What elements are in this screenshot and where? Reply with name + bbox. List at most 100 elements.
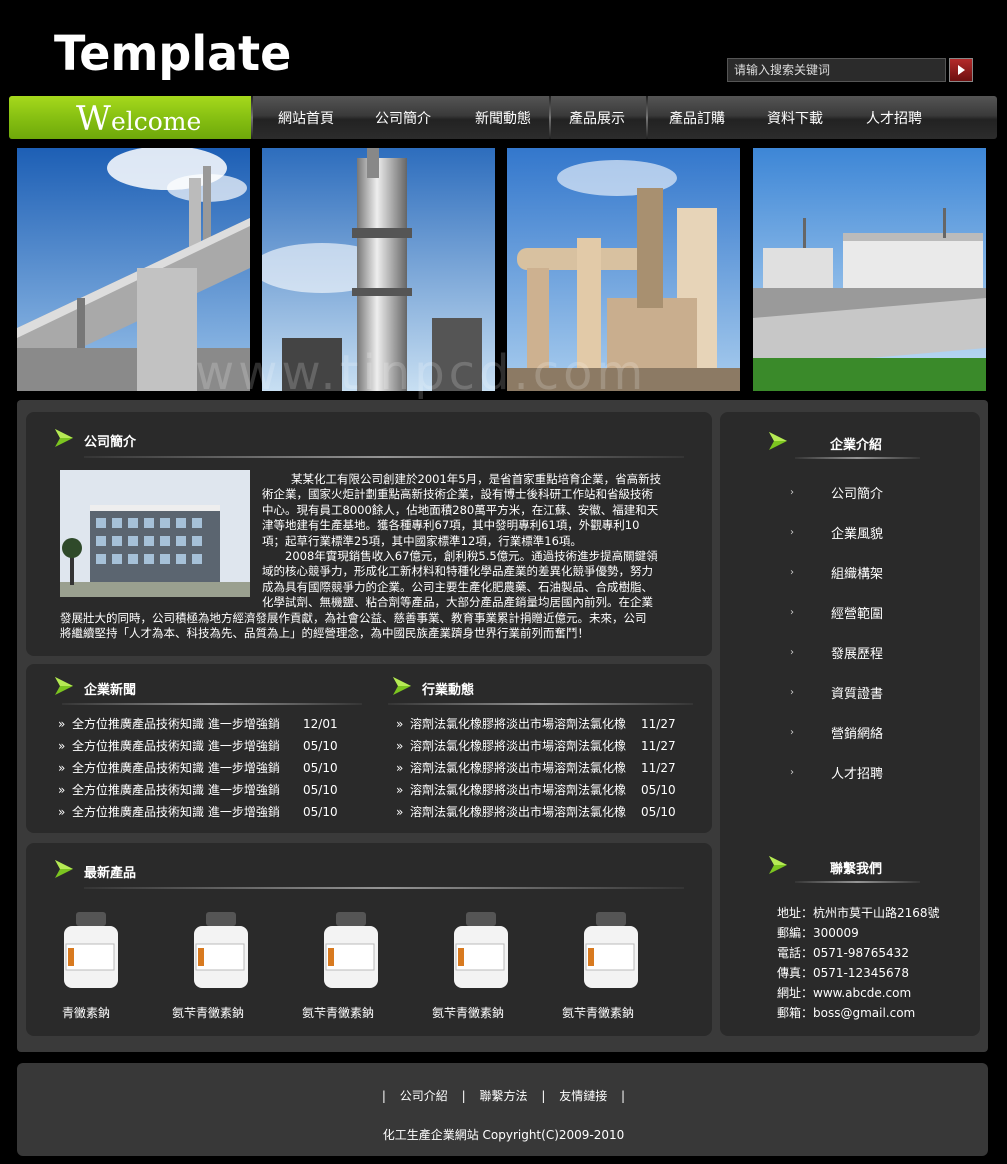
bullet-icon: › — [790, 727, 794, 738]
industry-news-item[interactable]: » 溶劑法氯化橡膠將淡出市場溶劑法氯化橡 — [396, 757, 626, 779]
search-button[interactable] — [949, 58, 973, 82]
nav-item-about[interactable]: 公司簡介 — [361, 96, 445, 139]
title-underline — [795, 457, 920, 459]
nav-item-jobs[interactable]: 人才招聘 — [852, 96, 936, 139]
contact-fax: 傳真：0571-12345678 — [777, 966, 909, 980]
bullet-icon: › — [790, 567, 794, 578]
intro-line: 2008年實現銷售收入67億元，創利稅5.5億元。通過技術進步提高關鍵領 — [285, 549, 658, 564]
nav-item-order[interactable]: 產品訂購 — [655, 96, 739, 139]
intro-title: 公司簡介 — [84, 435, 137, 450]
site-logo[interactable]: Template — [54, 25, 291, 82]
contact-title: 聯繫我們 — [830, 862, 883, 877]
news-date: 11/27 — [641, 739, 676, 753]
nav-item-download[interactable]: 資料下載 — [753, 96, 837, 139]
intro-line: 津等地建有生產基地。獲各種專利67項，其中發明專利61項，外觀專利10 — [262, 518, 640, 533]
nav-divider — [251, 96, 253, 139]
news-item-text[interactable]: 溶劑法氯化橡膠將淡出市場溶劑法氯化橡 — [410, 783, 626, 797]
product-bottle-image[interactable] — [578, 910, 648, 990]
intro-line: 成為具有國際競爭力的企業。公司主要生產化肥農藥、石油製品、合成樹脂、 — [262, 579, 653, 594]
news-item-text[interactable]: 全方位推廣產品技術知識 進一步增強銷 — [72, 761, 280, 775]
nav-divider — [549, 96, 551, 139]
industry-news-title: 行業動態 — [422, 683, 475, 698]
intro-line: 將繼續堅持「人才為本、科技為先、品質為上」的經營理念，為中國民族產業躋身世界行業… — [60, 626, 589, 641]
footer-links: | 公司介紹 | 聯繫方法 | 友情鏈接 | — [0, 1087, 1007, 1104]
product-label[interactable]: 氨芐青黴素鈉 — [432, 1004, 504, 1021]
sidebar-item-scope[interactable]: 經營範圍 — [831, 605, 883, 625]
green-arrow-icon — [769, 432, 787, 450]
footer-link-about[interactable]: 公司介紹 — [400, 1089, 448, 1103]
news-item-text[interactable]: 溶劑法氯化橡膠將淡出市場溶劑法氯化橡 — [410, 805, 626, 819]
news-item-text[interactable]: 溶劑法氯化橡膠將淡出市場溶劑法氯化橡 — [410, 761, 626, 775]
intro-line: 項；起草行業標準25項，其中國家標準12項，行業標準16項。 — [262, 533, 582, 548]
news-date: 05/10 — [641, 783, 676, 797]
industry-news-item[interactable]: » 溶劑法氯化橡膠將淡出市場溶劑法氯化橡 — [396, 779, 626, 801]
nav-item-news[interactable]: 新聞動態 — [461, 96, 545, 139]
intro-line: 某某化工有限公司創建於2001年5月，是省首家重點培育企業，省高新技 — [291, 472, 662, 486]
intro-line: 術企業，國家火炬計劃重點高新技術企業，設有博士後科研工作站和省級技術 — [262, 487, 653, 502]
company-news-item[interactable]: » 全方位推廣產品技術知識 進一步增強銷 — [58, 757, 280, 779]
welcome-banner: Welcome — [9, 96, 251, 139]
industry-news-item[interactable]: » 溶劑法氯化橡膠將淡出市場溶劑法氯化橡 — [396, 801, 626, 823]
contact-website: 網址：www.abcde.com — [777, 986, 912, 1000]
news-date: 05/10 — [303, 761, 338, 775]
news-item-text[interactable]: 全方位推廣產品技術知識 進一步增強銷 — [72, 717, 280, 731]
news-item-text[interactable]: 全方位推廣產品技術知識 進一步增強銷 — [72, 739, 280, 753]
bullet-icon: › — [790, 487, 794, 498]
green-arrow-icon — [55, 677, 73, 695]
footer-separator: | — [621, 1089, 626, 1103]
bullet-icon: › — [790, 647, 794, 658]
company-news-item[interactable]: » 全方位推廣產品技術知識 進一步增強銷 — [58, 713, 280, 735]
sidebar-item-style[interactable]: 企業風貌 — [831, 525, 883, 545]
news-item-text[interactable]: 全方位推廣產品技術知識 進一步增強銷 — [72, 783, 280, 797]
bullet-icon: › — [790, 687, 794, 698]
industry-news-item[interactable]: » 溶劑法氯化橡膠將淡出市場溶劑法氯化橡 — [396, 713, 626, 735]
company-news-item[interactable]: » 全方位推廣產品技術知識 進一步增強銷 — [58, 735, 280, 757]
company-news-item[interactable]: » 全方位推廣產品技術知識 進一步增強銷 — [58, 779, 280, 801]
title-underline — [84, 887, 684, 889]
sidebar-item-certificates[interactable]: 資質證書 — [831, 685, 883, 705]
green-arrow-icon — [769, 856, 787, 874]
product-label[interactable]: 氨芐青黴素鈉 — [562, 1004, 634, 1021]
news-item-text[interactable]: 溶劑法氯化橡膠將淡出市場溶劑法氯化橡 — [410, 717, 626, 731]
product-label[interactable]: 氨芐青黴素鈉 — [302, 1004, 374, 1021]
news-date: 05/10 — [303, 805, 338, 819]
product-bottle-image[interactable] — [58, 910, 128, 990]
product-bottle-image[interactable] — [188, 910, 258, 990]
sidebar-item-structure[interactable]: 組織構架 — [831, 565, 883, 585]
contact-postcode: 郵編：300009 — [777, 926, 859, 940]
intro-line: 化學試劑、無機鹽、粘合劑等產品，大部分產品產銷量均居國內前列。在企業 — [262, 595, 653, 610]
news-item-text[interactable]: 溶劑法氯化橡膠將淡出市場溶劑法氯化橡 — [410, 739, 626, 753]
title-underline — [62, 703, 362, 705]
product-label[interactable]: 青黴素鈉 — [62, 1004, 110, 1021]
footer-separator: | — [381, 1089, 386, 1103]
bullet-icon: › — [790, 607, 794, 618]
nav-item-products[interactable]: 產品展示 — [555, 96, 639, 139]
title-underline — [84, 456, 684, 458]
sidebar-item-history[interactable]: 發展歷程 — [831, 645, 883, 665]
news-date: 11/27 — [641, 761, 676, 775]
sidebar-title: 企業介紹 — [830, 438, 883, 453]
search-input[interactable]: 请输入搜索关键词 — [727, 58, 946, 82]
intro-line: 中心。現有員工8000餘人，佔地面積280萬平方米，在江蘇、安徽、福建和天 — [262, 502, 659, 517]
intro-line: 域的核心競爭力，形成化工新材料和特種化學品產業的差異化競爭優勢，努力 — [262, 564, 653, 579]
industry-news-item[interactable]: » 溶劑法氯化橡膠將淡出市場溶劑法氯化橡 — [396, 735, 626, 757]
news-item-text[interactable]: 全方位推廣產品技術知識 進一步增強銷 — [72, 805, 280, 819]
product-bottle-image[interactable] — [448, 910, 518, 990]
contact-phone: 電話：0571-98765432 — [777, 946, 909, 960]
product-label[interactable]: 氨芐青黴素鈉 — [172, 1004, 244, 1021]
product-bottle-image[interactable] — [318, 910, 388, 990]
news-date: 11/27 — [641, 717, 676, 731]
bullet-icon: › — [790, 527, 794, 538]
company-news-item[interactable]: » 全方位推廣產品技術知識 進一步增強銷 — [58, 801, 280, 823]
green-arrow-icon — [55, 860, 73, 878]
company-news-title: 企業新聞 — [84, 683, 137, 698]
sidebar-item-about[interactable]: 公司簡介 — [831, 485, 883, 505]
nav-item-home[interactable]: 網站首頁 — [264, 96, 348, 139]
news-date: 05/10 — [303, 739, 338, 753]
sidebar-item-network[interactable]: 營銷網絡 — [831, 725, 883, 745]
footer-separator: | — [461, 1089, 466, 1103]
sidebar-item-jobs[interactable]: 人才招聘 — [831, 765, 883, 785]
news-date: 05/10 — [641, 805, 676, 819]
footer-link-friends[interactable]: 友情鏈接 — [559, 1089, 607, 1103]
footer-link-contact[interactable]: 聯繫方法 — [479, 1089, 527, 1103]
